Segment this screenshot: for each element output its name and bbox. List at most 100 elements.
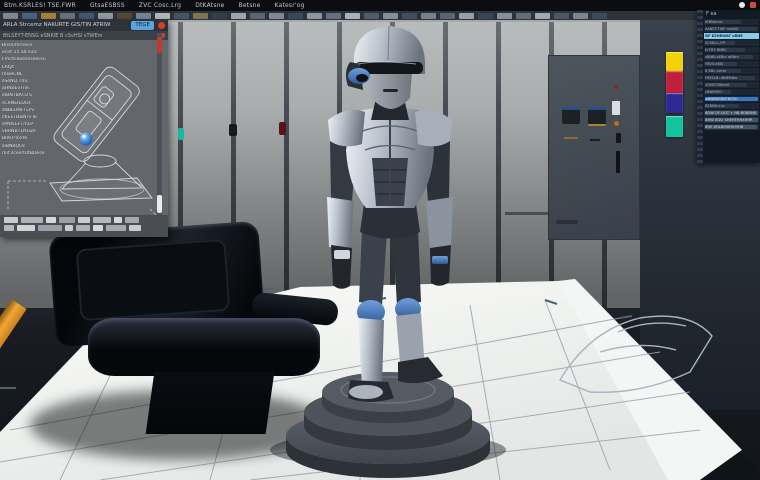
toolbar-icon[interactable] (41, 12, 56, 19)
properties-row[interactable]: B EBL prnbr (704, 68, 759, 74)
toolbar-icon[interactable] (345, 12, 360, 19)
outliner-item[interactable]: sSeNQ.Thv; (2, 79, 72, 84)
footer-button[interactable] (65, 225, 73, 231)
toolbar-icon[interactable] (478, 12, 493, 19)
color-swatch[interactable] (666, 116, 683, 137)
footer-button[interactable] (4, 225, 14, 231)
outliner-item[interactable]: Bnsn/mrnece (2, 43, 72, 48)
properties-row[interactable]: FBVS.eBEJ (704, 61, 759, 67)
properties-row[interactable]: tEBNmrnL (704, 19, 759, 25)
toolbar-icon[interactable] (592, 12, 607, 19)
toolbar-icon[interactable] (421, 12, 436, 19)
menu-item[interactable]: GtsaESBSS (90, 0, 125, 11)
toolbar-icon[interactable] (573, 12, 588, 19)
toolbar-icon[interactable] (231, 12, 246, 19)
properties-row[interactable]: ErTB7 BNRC (704, 47, 759, 53)
viewport-title-bar[interactable]: ARLA Strcemz NAKURTE GIS/TIN ATRIW TEGE (0, 19, 168, 31)
properties-row[interactable]: BHE XHLBEHEHHYHB (704, 124, 759, 130)
toolbar-icon[interactable] (459, 12, 474, 19)
color-swatch[interactable] (666, 71, 683, 93)
outliner-item[interactable]: mit sceeYDtBDese (2, 151, 72, 156)
toolbar-icon[interactable] (79, 12, 94, 19)
footer-button[interactable] (78, 217, 90, 223)
outliner-item[interactable]: cKEETBwNTFTe (2, 115, 72, 120)
menu-item[interactable]: Btm.KSRLES! TSE.FWR (4, 0, 76, 11)
toolbar-icon[interactable] (402, 12, 417, 19)
color-swatch[interactable] (666, 93, 683, 113)
toolbar-icon[interactable] (155, 12, 170, 19)
toolbar-icon[interactable] (136, 12, 151, 19)
minimize-icon[interactable] (739, 2, 745, 8)
menu-item[interactable]: ZVC Cosc.Lrg (139, 0, 181, 11)
menu-item[interactable]: Betsne (239, 0, 261, 11)
outliner-item[interactable]: eIBNTBATLTS (2, 93, 72, 98)
footer-button[interactable] (106, 225, 126, 231)
properties-row[interactable]: GF EZHEWAT vBNE (704, 33, 759, 39)
toolbar-icon[interactable] (250, 12, 265, 19)
toolbar-icon[interactable] (98, 12, 113, 19)
outliner-item[interactable]: vBRNBTDYLwe (2, 129, 72, 134)
toolbar-icon[interactable] (440, 12, 455, 19)
toolbar-icon[interactable] (535, 12, 550, 19)
outliner-item[interactable]: aHNoEvTne. (2, 86, 72, 91)
properties-row-label: tEBNmrnL (705, 20, 741, 24)
footer-button[interactable] (93, 217, 111, 223)
outliner-item[interactable]: Fmirtceoesnseersn (2, 57, 72, 62)
outliner-item[interactable]: mIxeCNL (2, 72, 72, 77)
toolbar-icon[interactable] (3, 12, 18, 19)
footer-button[interactable] (114, 217, 122, 223)
toolbar-icon[interactable] (174, 12, 189, 19)
outliner-item[interactable]: ecnt 15 a0 sinc (2, 50, 72, 55)
outliner-item[interactable]: LAtyt (2, 65, 72, 70)
record-button[interactable] (158, 21, 165, 29)
toolbar-icon[interactable] (554, 12, 569, 19)
footer-button[interactable] (38, 225, 62, 231)
color-swatch[interactable] (666, 52, 683, 71)
toolbar-icon[interactable] (307, 12, 322, 19)
footer-button[interactable] (21, 217, 43, 223)
properties-row[interactable]: sTEBTVBNmB (704, 82, 759, 88)
outliner-item[interactable]: sNBEDNFTLPv (2, 108, 72, 113)
properties-row[interactable]: BENBtnLnc (704, 103, 759, 109)
viewport-mode-badge[interactable]: TEGE (131, 20, 154, 30)
menu-item[interactable]: DtKAtsne (195, 0, 224, 11)
properties-row[interactable]: ECSBLL./TP (704, 40, 759, 46)
properties-row[interactable]: FBYSLB nBNEBNw (704, 75, 759, 81)
viewport-scrollbar[interactable] (157, 33, 162, 219)
outliner-item[interactable]: BIW.PTceYe (2, 136, 72, 141)
sphere-gizmo-icon[interactable] (79, 132, 93, 146)
toolbar-icon[interactable] (516, 12, 531, 19)
properties-row[interactable]: cBNEBPO (704, 89, 759, 95)
outliner-item[interactable]: sIBNBQOc (2, 144, 72, 149)
toolbar-icon[interactable] (60, 12, 75, 19)
scrollbar-thumb[interactable] (157, 195, 162, 213)
footer-button[interactable] (17, 225, 35, 231)
properties-row[interactable]: BOW OF LIOT + HB BOBBHB (704, 110, 759, 116)
menu-item[interactable]: Katesr'og (275, 0, 305, 11)
footer-button[interactable] (76, 225, 90, 231)
outliner-item[interactable]: sCRNEIEDOs (2, 101, 72, 106)
toolbar-icon[interactable] (497, 12, 512, 19)
toolbar-icon[interactable] (117, 12, 132, 19)
properties-row[interactable]: sBNBLaEBcr eBNm (704, 54, 759, 60)
outliner-item[interactable]: sPNtLEFTmLP (2, 122, 72, 127)
toolbar-icon[interactable] (326, 12, 341, 19)
properties-row[interactable]: wBNBNEBNTBLTm (704, 96, 759, 102)
toolbar-icon[interactable] (212, 12, 227, 19)
properties-row[interactable]: eANET.TWP nesNG (704, 26, 759, 32)
toolbar-icon[interactable] (383, 12, 398, 19)
toolbar-icon[interactable] (22, 12, 37, 19)
close-icon[interactable] (750, 2, 756, 8)
properties-row-label: ECSBLL./TP (705, 41, 735, 45)
toolbar-icon[interactable] (269, 12, 284, 19)
footer-button[interactable] (125, 217, 139, 223)
footer-button[interactable] (93, 225, 103, 231)
footer-button[interactable] (4, 217, 18, 223)
footer-button[interactable] (46, 217, 56, 223)
toolbar-icon[interactable] (364, 12, 379, 19)
footer-button[interactable] (59, 217, 75, 223)
footer-button[interactable] (129, 225, 141, 231)
properties-row[interactable]: BHW XGV: SHEHTHHXHHR (704, 117, 759, 123)
toolbar-icon[interactable] (193, 12, 208, 19)
toolbar-icon[interactable] (288, 12, 303, 19)
